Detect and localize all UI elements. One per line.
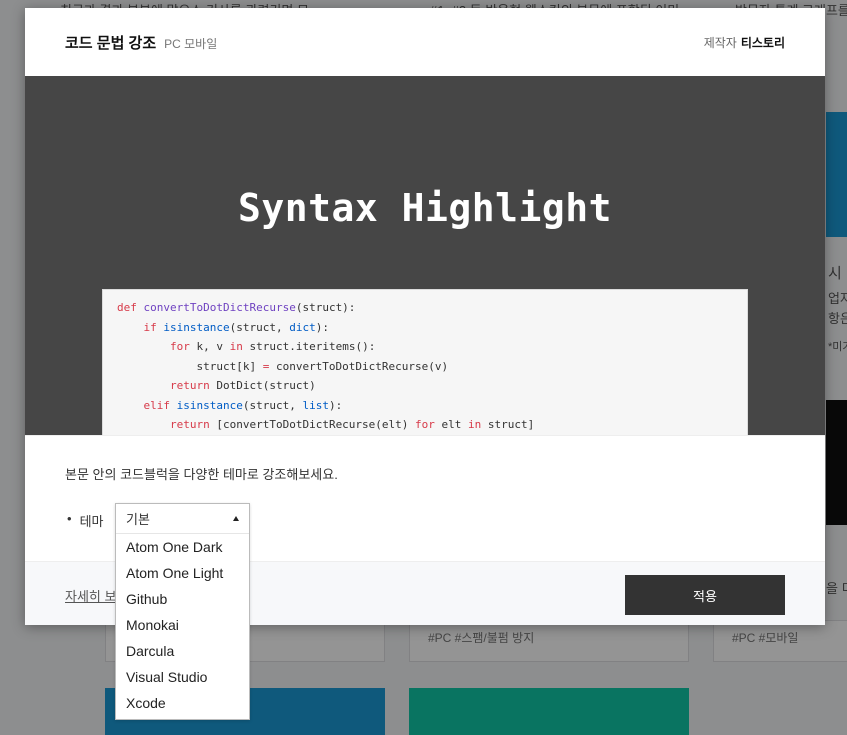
code-line: def convertToDotDictRecurse(struct): xyxy=(117,301,356,314)
hero-title: Syntax Highlight xyxy=(237,186,613,230)
theme-option[interactable]: Monokai xyxy=(116,612,249,638)
code-line: struct[k] = convertToDotDictRecurse(v) xyxy=(117,359,449,373)
theme-option[interactable]: Atom One Dark xyxy=(116,534,249,560)
theme-selected-value: 기본 xyxy=(126,512,150,527)
maker-name: 티스토리 xyxy=(740,35,785,50)
theme-select[interactable]: 기본 xyxy=(116,504,249,534)
code-line: elif isinstance(struct, list): xyxy=(143,398,343,412)
plugin-description: 본문 안의 코드블럭을 다양한 테마로 강조해보세요. xyxy=(65,467,338,482)
theme-option[interactable]: Xcode xyxy=(116,690,249,716)
modal-subtitle: PC 모바일 xyxy=(164,36,218,51)
theme-label: 테마 xyxy=(79,514,104,529)
theme-option[interactable]: Darcula xyxy=(116,638,249,664)
code-line: if isinstance(struct, dict): xyxy=(143,320,329,334)
apply-button[interactable]: 적용 xyxy=(625,575,785,615)
code-line: return DotDict(struct) xyxy=(169,379,316,392)
maker-label: 제작자 xyxy=(703,35,737,50)
bullet: • xyxy=(67,511,72,526)
caret-up-icon xyxy=(233,516,239,521)
theme-option[interactable]: Atom One Light xyxy=(116,560,249,586)
theme-option[interactable]: Visual Studio xyxy=(116,664,249,690)
modal-title: 코드 문법 강조 xyxy=(65,34,157,52)
theme-setting: • 테마 xyxy=(67,511,103,530)
modal-header: 코드 문법 강조 PC 모바일 제작자 티스토리 xyxy=(25,8,825,76)
code-sample: def convertToDotDictRecurse(struct): if … xyxy=(102,289,748,435)
detail-link[interactable]: 자세히 보 xyxy=(65,586,116,605)
code-line: for k, v in struct.iteritems(): xyxy=(169,340,376,353)
preview-hero: Syntax Highlight def convertToDotDictRec… xyxy=(25,76,825,435)
theme-dropdown[interactable]: 기본 Atom One Dark Atom One Light Github M… xyxy=(115,503,250,720)
maker-info: 제작자 티스토리 xyxy=(704,34,785,51)
theme-option[interactable]: Github xyxy=(116,586,249,612)
code-line: return [convertToDotDictRecurse(elt) for… xyxy=(169,418,535,431)
